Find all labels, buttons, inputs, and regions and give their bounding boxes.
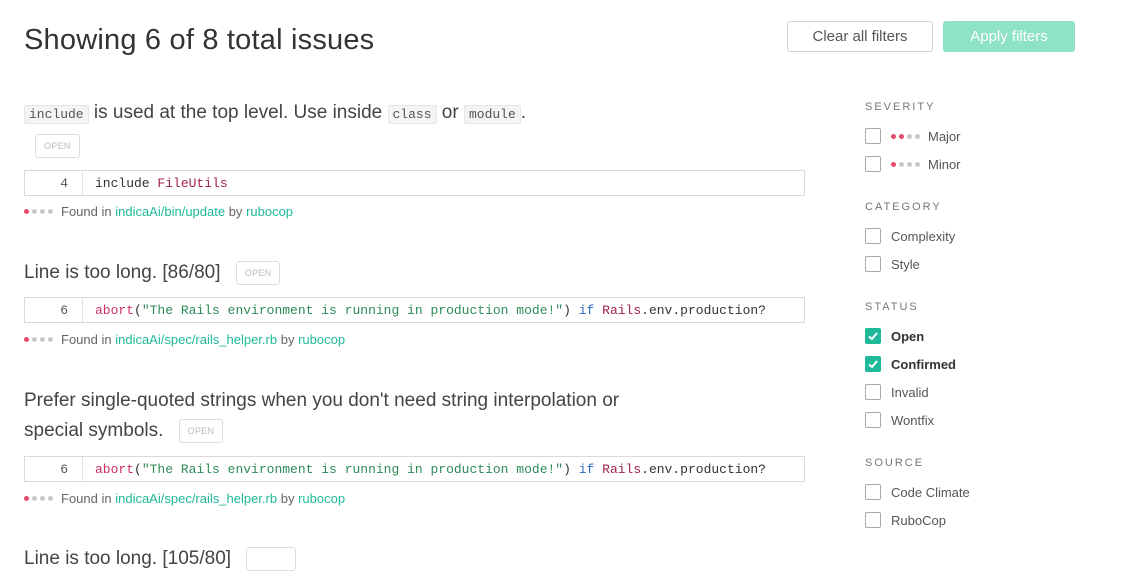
engine-link[interactable]: rubocop	[298, 491, 345, 506]
issue-title-text: is used at the top level. Use inside	[88, 102, 388, 123]
status-badge: OPEN	[35, 134, 80, 158]
issue-item: include is used at the top level. Use in…	[24, 98, 805, 219]
issue-item: Line is too long. [86/80] OPEN 6 abort("…	[24, 258, 805, 347]
by-label: by	[280, 491, 295, 506]
checkbox-checked[interactable]	[865, 356, 881, 372]
issue-item: Prefer single-quoted strings when you do…	[24, 386, 805, 506]
filter-label: Major	[928, 128, 961, 144]
filter-heading-source: SOURCE	[865, 457, 925, 469]
code-snippet[interactable]: 4 include FileUtils	[24, 170, 805, 196]
filter-option-major[interactable]: Major	[865, 128, 961, 144]
checkbox[interactable]	[865, 128, 881, 144]
checkbox-checked[interactable]	[865, 328, 881, 344]
checkbox[interactable]	[865, 228, 881, 244]
filter-label: Complexity	[891, 228, 956, 244]
filter-label: Confirmed	[891, 356, 956, 372]
inline-code: include	[24, 105, 89, 124]
issue-title-text: Line is too long. [105/80]	[24, 548, 232, 569]
checkbox[interactable]	[865, 256, 881, 272]
code-snippet[interactable]: 6 abort("The Rails environment is runnin…	[24, 297, 805, 323]
file-path-link[interactable]: indicaAi/spec/rails_helper.rb	[115, 332, 277, 347]
filter-option-confirmed[interactable]: Confirmed	[865, 356, 956, 372]
code-snippet[interactable]: 6 abort("The Rails environment is runnin…	[24, 456, 805, 482]
engine-link[interactable]: rubocop	[298, 332, 345, 347]
clear-filters-button[interactable]: Clear all filters	[787, 21, 933, 52]
checkbox[interactable]	[865, 512, 881, 528]
status-badge	[246, 546, 297, 571]
filter-heading-severity: SEVERITY	[865, 101, 936, 113]
inline-code: module	[463, 105, 521, 124]
filter-label: Invalid	[891, 384, 929, 400]
issue-item: Line is too long. [105/80]	[24, 544, 805, 574]
filter-label: Open	[891, 328, 925, 344]
found-label: Found in	[61, 332, 112, 347]
file-path-link[interactable]: indicaAi/spec/rails_helper.rb	[115, 491, 277, 506]
filter-option-rubocop[interactable]: RuboCop	[865, 512, 946, 528]
by-label: by	[228, 204, 243, 219]
checkbox[interactable]	[865, 156, 881, 172]
checkbox[interactable]	[865, 484, 881, 500]
issue-title-text: Line is too long. [86/80]	[24, 262, 221, 283]
issue-location: Found in indicaAi/bin/update by rubocop	[24, 204, 293, 219]
line-number: 4	[25, 171, 83, 195]
line-number: 6	[25, 298, 83, 322]
apply-filters-button[interactable]: Apply filters	[943, 21, 1075, 52]
checkbox[interactable]	[865, 384, 881, 400]
issue-location: Found in indicaAi/spec/rails_helper.rb b…	[24, 332, 345, 347]
checkbox[interactable]	[865, 412, 881, 428]
found-label: Found in	[61, 204, 112, 219]
status-badge: OPEN	[235, 260, 281, 285]
filter-heading-category: CATEGORY	[865, 201, 942, 213]
filter-label: Style	[891, 256, 920, 272]
filter-option-code-climate[interactable]: Code Climate	[865, 484, 970, 500]
filter-label: Code Climate	[891, 484, 970, 500]
issue-title[interactable]: Line is too long. [86/80] OPEN	[24, 258, 805, 288]
check-icon	[868, 360, 878, 369]
filter-label: Wontfix	[891, 412, 935, 428]
severity-dots-icon	[891, 133, 920, 139]
severity-dots-icon	[24, 209, 53, 214]
line-number: 6	[25, 457, 83, 481]
code-line: abort("The Rails environment is running …	[95, 461, 766, 477]
filter-heading-status: STATUS	[865, 301, 919, 313]
filter-label: RuboCop	[891, 512, 946, 528]
filter-option-open[interactable]: Open	[865, 328, 924, 344]
found-label: Found in	[61, 491, 112, 506]
filter-option-wontfix[interactable]: Wontfix	[865, 412, 934, 428]
issue-title-text: .	[520, 102, 527, 123]
severity-dots-icon	[891, 161, 920, 167]
code-line: include FileUtils	[95, 175, 228, 191]
status-badge: OPEN	[178, 418, 224, 443]
issue-title[interactable]: include is used at the top level. Use in…	[24, 98, 805, 130]
engine-link[interactable]: rubocop	[246, 204, 293, 219]
issue-title-text: or	[436, 102, 464, 123]
issue-title[interactable]: Line is too long. [105/80]	[24, 544, 805, 574]
filter-option-minor[interactable]: Minor	[865, 156, 961, 172]
issue-title[interactable]: Prefer single-quoted strings when you do…	[24, 386, 805, 446]
inline-code: class	[387, 105, 437, 124]
issue-title-text: special symbols.	[24, 420, 164, 441]
filter-option-complexity[interactable]: Complexity	[865, 228, 955, 244]
filter-option-invalid[interactable]: Invalid	[865, 384, 929, 400]
filter-option-style[interactable]: Style	[865, 256, 920, 272]
issue-title-text: Prefer single-quoted strings when you do…	[24, 390, 620, 411]
filter-label: Minor	[928, 156, 961, 172]
code-line: abort("The Rails environment is running …	[95, 302, 766, 318]
severity-dots-icon	[24, 337, 53, 342]
severity-dots-icon	[24, 496, 53, 501]
file-path-link[interactable]: indicaAi/bin/update	[115, 204, 225, 219]
page-title: Showing 6 of 8 total issues	[24, 24, 375, 56]
by-label: by	[280, 332, 295, 347]
check-icon	[868, 332, 878, 341]
issue-location: Found in indicaAi/spec/rails_helper.rb b…	[24, 491, 345, 506]
